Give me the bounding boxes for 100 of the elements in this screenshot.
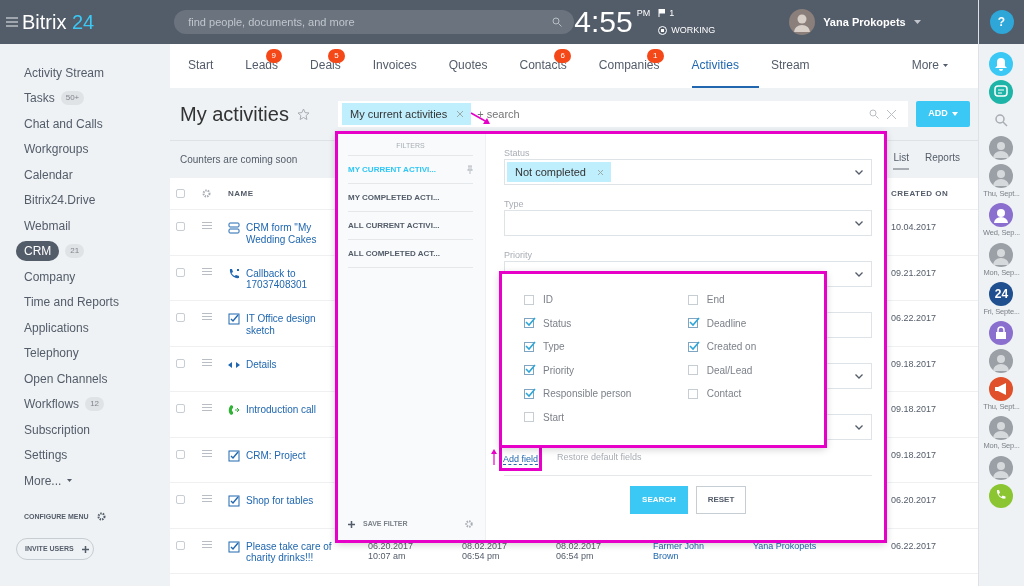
nav-tab[interactable]: Leads 9 <box>245 44 299 88</box>
field-checkbox[interactable]: End <box>687 288 802 312</box>
nav-tab[interactable]: Start <box>188 44 234 88</box>
field-checkbox[interactable]: Contact <box>687 382 802 406</box>
checkbox[interactable] <box>176 189 185 198</box>
sidebar-item[interactable]: Activity Stream <box>24 63 104 82</box>
checkbox[interactable] <box>176 313 185 322</box>
menu-icon[interactable] <box>6 17 18 27</box>
sidebar-item[interactable]: Workgroups <box>24 140 89 159</box>
checkbox-icon <box>228 495 240 507</box>
sidebar-item[interactable]: Applications <box>24 318 89 337</box>
chat-avatar[interactable]: 24 <box>989 281 1014 306</box>
clock-ampm: PM <box>636 7 651 20</box>
user-name[interactable]: Yana Prokopets <box>823 13 906 31</box>
table-cell-text: 06.20.2017 10:07 am <box>368 540 415 563</box>
sidebar-item[interactable]: Chat and Calls <box>24 114 103 133</box>
check-icon <box>525 317 536 328</box>
filter-search-field[interactable]: My current activities + search <box>338 101 908 127</box>
sidebar-item[interactable]: Telephony <box>24 344 79 363</box>
sidebar-item[interactable]: Time and Reports <box>24 293 119 312</box>
add-field-link[interactable]: Add field <box>503 453 539 465</box>
activity-link[interactable]: Details <box>246 358 277 371</box>
caret-icon <box>67 479 73 483</box>
filter-preset[interactable]: MY COMPLETED ACTI... <box>348 184 473 212</box>
sidebar-item[interactable]: Webmail <box>24 216 71 235</box>
nav-tab[interactable]: Quotes <box>448 44 508 88</box>
caret-icon <box>943 63 948 67</box>
activity-link[interactable]: IT Office design sketch <box>246 313 338 336</box>
sidebar-item[interactable]: Bitrix24.Drive <box>24 191 96 210</box>
checkbox[interactable] <box>176 449 185 459</box>
count-badge: 21 <box>65 244 85 259</box>
column-header[interactable]: CREATED ON <box>891 187 978 200</box>
lock-icon[interactable] <box>989 321 1014 345</box>
page-title: My activities <box>180 102 289 127</box>
nav-tab[interactable]: Activities <box>691 44 759 88</box>
nav-tab[interactable]: Companies 1 <box>598 44 680 88</box>
checkbox[interactable] <box>176 267 185 277</box>
logo[interactable]: Bitrix 24 <box>22 7 95 37</box>
close-icon <box>597 169 603 175</box>
filter-preset[interactable]: ALL CURRENT ACTIVI... <box>348 212 473 240</box>
avatar-icon[interactable] <box>989 455 1014 480</box>
activity-link[interactable]: Introduction call <box>246 404 317 416</box>
drag-handle-icon <box>202 222 212 229</box>
sidebar-item[interactable]: Tasks <box>24 89 55 108</box>
sidebar-item[interactable]: CRM <box>16 241 60 262</box>
more-tab[interactable]: More <box>911 44 968 88</box>
user-icon[interactable] <box>989 203 1014 228</box>
bell-icon[interactable] <box>989 52 1014 76</box>
avatar-icon[interactable] <box>989 242 1014 267</box>
sidebar-item[interactable]: Open Channels <box>24 369 108 388</box>
select-field[interactable] <box>504 210 872 236</box>
activity-link[interactable]: Please take care of charity drinks!!! <box>246 540 338 564</box>
checkbox[interactable] <box>176 358 185 368</box>
field-checkbox[interactable]: Priority <box>524 358 648 382</box>
search-field[interactable]: find people, documents, and more <box>174 10 575 34</box>
filter-preset[interactable]: ALL COMPLETED ACT... <box>348 240 473 268</box>
value-chip[interactable]: Not completed <box>507 162 611 182</box>
chat-icon[interactable] <box>989 80 1014 104</box>
sidebar-item[interactable]: Settings <box>24 446 68 465</box>
activity-link[interactable]: CRM: Project <box>246 449 306 462</box>
view-tab[interactable]: Reports <box>925 149 960 170</box>
sidebar-item[interactable]: Workflows <box>24 395 80 414</box>
view-tab[interactable]: List <box>893 149 909 170</box>
checkbox[interactable] <box>176 495 185 504</box>
checkbox[interactable] <box>176 222 185 231</box>
checkbox[interactable] <box>176 404 185 413</box>
sidebar-item[interactable]: Subscription <box>24 420 91 439</box>
select-field[interactable]: Not completed <box>504 159 872 185</box>
nav-tab[interactable]: Deals 5 <box>310 44 361 88</box>
person-link[interactable]: Farmer John Brown <box>653 540 753 563</box>
activity-link[interactable]: Shop for tables <box>246 495 314 507</box>
person-link[interactable]: Yana Prokopets <box>753 540 891 552</box>
avatar-icon[interactable] <box>989 349 1014 373</box>
nav-tab[interactable]: Contacts 6 <box>519 44 587 88</box>
field-checkbox[interactable]: Deadline <box>687 311 802 335</box>
avatar-icon[interactable] <box>989 164 1014 188</box>
field-checkbox[interactable]: Status <box>524 311 648 335</box>
field-checkbox[interactable]: ID <box>524 288 648 312</box>
avatar-icon[interactable] <box>989 136 1014 160</box>
reset-button[interactable]: RESET <box>696 486 746 514</box>
phone-icon[interactable] <box>989 483 1014 508</box>
sidebar-item[interactable]: Calendar <box>24 165 73 184</box>
filter-chip[interactable]: My current activities <box>342 103 472 125</box>
sidebar-item[interactable]: More... <box>24 471 62 490</box>
field-checkbox[interactable]: Created on <box>687 335 802 359</box>
gear-icon <box>96 512 106 522</box>
sidebar-item[interactable]: Company <box>24 267 76 286</box>
field-checkbox[interactable]: Type <box>524 335 648 359</box>
activity-link[interactable]: CRM form "My Wedding Cakes <box>246 222 338 245</box>
nav-tab[interactable]: Invoices <box>372 44 437 88</box>
checkbox[interactable] <box>176 540 185 550</box>
nav-tab[interactable]: Stream <box>770 44 830 88</box>
field-checkbox[interactable]: Deal/Lead <box>687 358 802 382</box>
field-checkbox[interactable]: Start <box>524 405 648 429</box>
table-cell-text: 06.22.2017 <box>891 540 938 552</box>
work-status[interactable]: WORKING <box>671 24 716 38</box>
avatar-icon[interactable] <box>989 416 1014 441</box>
field-checkbox[interactable]: Responsible person <box>524 382 648 406</box>
megaphone-icon[interactable] <box>989 377 1014 401</box>
activity-link[interactable]: Callback to 17037408301 <box>246 267 338 291</box>
